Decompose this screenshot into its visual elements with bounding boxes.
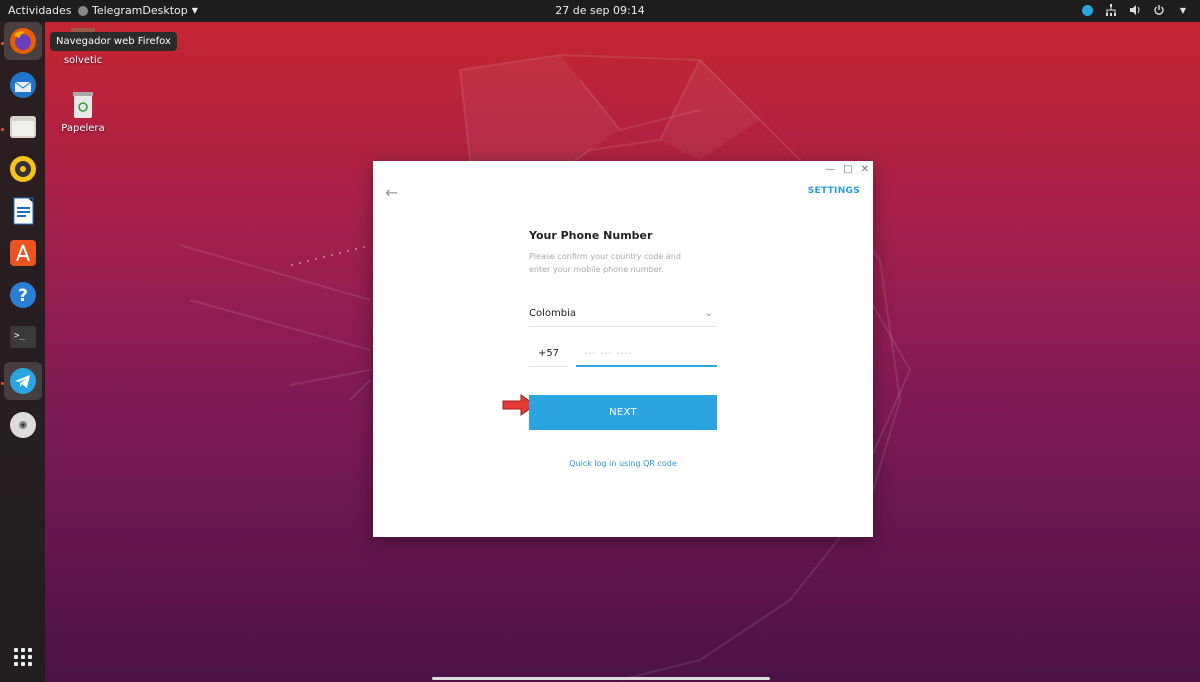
- running-indicator: [1, 382, 4, 385]
- country-code-value: +57: [537, 348, 560, 359]
- trash-icon: [73, 92, 93, 118]
- form-title: Your Phone Number: [529, 229, 653, 242]
- dock-item-writer[interactable]: [4, 192, 42, 230]
- dock-item-help[interactable]: ?: [4, 276, 42, 314]
- help-icon: ?: [10, 282, 36, 308]
- bottom-panel-indicator: [432, 677, 770, 680]
- system-menu-chevron-icon[interactable]: ▼: [1176, 3, 1190, 17]
- app-menu[interactable]: TelegramDesktop ▼: [78, 4, 198, 17]
- dock-item-software[interactable]: [4, 234, 42, 272]
- minimize-icon[interactable]: —: [825, 164, 835, 175]
- thunderbird-icon: [10, 72, 36, 98]
- telegram-window: — □ ✕ ← SETTINGS Your Phone Number Pleas…: [373, 161, 873, 537]
- dvd-disc-icon: [10, 412, 36, 438]
- desktop-icon-trash[interactable]: Papelera: [53, 90, 113, 134]
- app-grid-icon: [14, 648, 32, 666]
- software-center-icon: [10, 240, 36, 266]
- running-indicator: [1, 128, 4, 131]
- show-applications-button[interactable]: [4, 638, 42, 676]
- window-controls: — □ ✕: [825, 164, 869, 175]
- files-folder-icon: [10, 116, 36, 138]
- chevron-down-icon: ⌄: [704, 308, 713, 319]
- qr-login-link[interactable]: Quick log in using QR code: [529, 459, 717, 468]
- telegram-tray-icon[interactable]: [1080, 3, 1094, 17]
- dock-item-files[interactable]: [4, 108, 42, 146]
- app-menu-label: TelegramDesktop: [92, 4, 188, 17]
- dock-item-terminal[interactable]: >_: [4, 318, 42, 356]
- dock-item-firefox[interactable]: [4, 22, 42, 60]
- system-tray: ▼: [1080, 3, 1190, 17]
- volume-icon[interactable]: [1128, 3, 1142, 17]
- writer-document-icon: [13, 197, 34, 225]
- dock-item-thunderbird[interactable]: [4, 66, 42, 104]
- desktop-icon-label: Papelera: [61, 123, 105, 134]
- firefox-icon: [10, 28, 36, 54]
- telegram-icon: [10, 368, 36, 394]
- country-value: Colombia: [529, 308, 576, 319]
- clock[interactable]: 27 de sep 09:14: [555, 4, 644, 17]
- country-code-field[interactable]: +57: [529, 341, 568, 367]
- dock: ? >_: [0, 22, 45, 682]
- phone-number-form: Your Phone Number Please confirm your co…: [502, 229, 719, 468]
- activities-button[interactable]: Actividades: [8, 4, 72, 17]
- next-button[interactable]: NEXT: [529, 395, 717, 430]
- caret-down-icon: ▼: [191, 6, 198, 15]
- form-description: Please confirm your country code and ent…: [529, 252, 681, 274]
- country-select[interactable]: Colombia ⌄: [529, 301, 717, 327]
- desktop-icon-label: solvetic: [63, 55, 103, 66]
- power-icon[interactable]: [1152, 3, 1166, 17]
- running-indicator: [1, 42, 4, 45]
- back-arrow-icon[interactable]: ←: [385, 183, 398, 202]
- maximize-icon[interactable]: □: [843, 164, 852, 175]
- terminal-icon: >_: [10, 326, 36, 348]
- svg-text:?: ?: [18, 286, 28, 306]
- rhythmbox-icon: [10, 156, 36, 182]
- telegram-app-icon: [78, 5, 88, 16]
- top-bar: Actividades TelegramDesktop ▼ 27 de sep …: [0, 0, 1200, 22]
- settings-link[interactable]: SETTINGS: [808, 186, 860, 196]
- dock-item-rhythmbox[interactable]: [4, 150, 42, 188]
- dock-item-dvd[interactable]: [4, 406, 42, 444]
- close-icon[interactable]: ✕: [861, 164, 869, 175]
- dock-tooltip: Navegador web Firefox: [50, 32, 177, 51]
- phone-number-input[interactable]: [576, 341, 717, 367]
- svg-text:>_: >_: [14, 331, 25, 341]
- dock-item-telegram[interactable]: [4, 362, 42, 400]
- network-icon[interactable]: [1104, 3, 1118, 17]
